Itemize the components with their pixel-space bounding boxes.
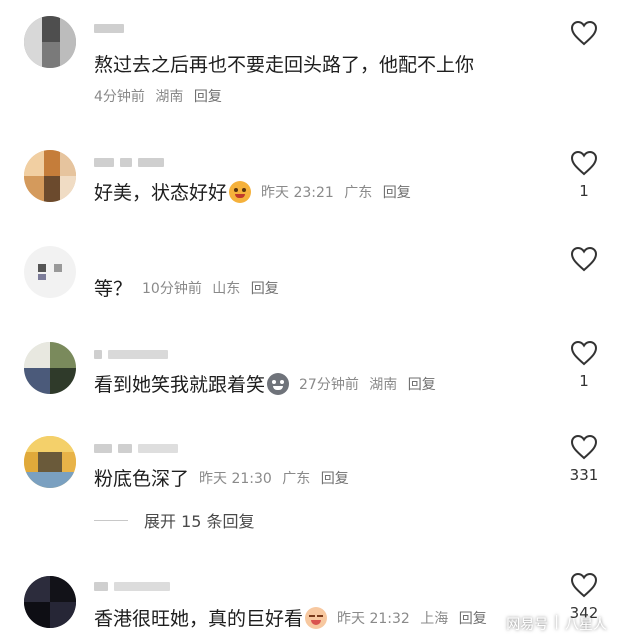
comment-text-content: 粉底色深了 [94, 468, 190, 490]
username[interactable] [94, 442, 178, 454]
comment-text: 熬过去之后再也不要走回头路了，他配不上你 [94, 54, 475, 76]
heart-icon [570, 434, 598, 460]
watermark: 网易号 | 八星人 [506, 614, 607, 634]
avatar[interactable] [24, 246, 76, 298]
heart-icon [570, 246, 598, 272]
comment-text: 好美，状态好好 昨天 23:21 广东 回复 [94, 178, 417, 205]
username[interactable] [94, 156, 164, 168]
avatar[interactable] [24, 150, 76, 202]
heart-icon [570, 150, 598, 176]
comment-text: 香港很旺她，真的巨好看 昨天 21:32 上海 回复 [94, 604, 493, 631]
reply-button[interactable]: 回复 [459, 611, 487, 627]
comment-text: 等？ 10分钟前 山东 回复 [94, 274, 285, 301]
like-button[interactable] [567, 20, 601, 46]
comment-location: 湖南 [155, 89, 184, 105]
avatar[interactable] [24, 576, 76, 628]
comment-text-content: 好美，状态好好 [94, 182, 228, 204]
expand-replies-label: 展开 15 条回复 [144, 512, 255, 531]
reply-button[interactable]: 回复 [383, 185, 411, 201]
watermark-right: 八星人 [565, 617, 607, 633]
avatar[interactable] [24, 16, 76, 68]
heart-icon [570, 20, 598, 46]
comment-time: 昨天 21:32 [337, 610, 410, 627]
expand-replies-button[interactable]: 展开 15 条回复 [94, 508, 255, 532]
like-button[interactable] [567, 246, 601, 272]
username[interactable] [94, 22, 124, 34]
comment-text: 看到她笑我就跟着笑 27分钟前 湖南 回复 [94, 370, 442, 397]
comment-location: 广东 [344, 184, 373, 201]
comment-text-content: 香港很旺她，真的巨好看 [94, 608, 304, 630]
comment-time: 10分钟前 [142, 280, 202, 297]
like-count: 1 [579, 372, 589, 390]
comment-text-content: 看到她笑我就跟着笑 [94, 374, 266, 396]
comment-meta: 4分钟前 湖南 回复 [94, 86, 222, 106]
expand-divider [94, 519, 128, 521]
username[interactable] [94, 348, 168, 360]
reply-button[interactable]: 回复 [408, 377, 436, 393]
laughing-face-emoji [305, 606, 328, 629]
comment-text: 粉底色深了 昨天 21:30 广东 回复 [94, 464, 355, 491]
comment-location: 广东 [282, 470, 311, 487]
comment-text-content: 等？ [94, 278, 133, 300]
like-button[interactable]: 1 [567, 340, 601, 390]
grinning-face-emoji [267, 372, 290, 395]
comment-time: 昨天 21:30 [199, 470, 272, 487]
reply-button[interactable]: 回复 [251, 281, 279, 297]
reply-button[interactable]: 回复 [321, 471, 349, 487]
comment-location: 上海 [420, 610, 449, 627]
heart-icon [570, 340, 598, 366]
like-count: 331 [569, 466, 599, 484]
username[interactable] [94, 580, 170, 592]
comment-location: 湖南 [369, 376, 398, 393]
comment-time: 27分钟前 [299, 376, 359, 393]
avatar[interactable] [24, 342, 76, 394]
smiling-face-emoji [229, 180, 252, 203]
like-count: 1 [579, 182, 589, 200]
comment-time: 昨天 23:21 [261, 184, 334, 201]
comment-location: 山东 [212, 280, 241, 297]
heart-icon [570, 572, 598, 598]
watermark-left: 网易号 [506, 617, 549, 633]
comment-time: 4分钟前 [94, 89, 145, 105]
like-button[interactable]: 1 [567, 150, 601, 200]
like-button[interactable]: 331 [567, 434, 601, 484]
avatar[interactable] [24, 436, 76, 488]
watermark-divider: | [554, 614, 559, 630]
reply-button[interactable]: 回复 [194, 89, 222, 105]
